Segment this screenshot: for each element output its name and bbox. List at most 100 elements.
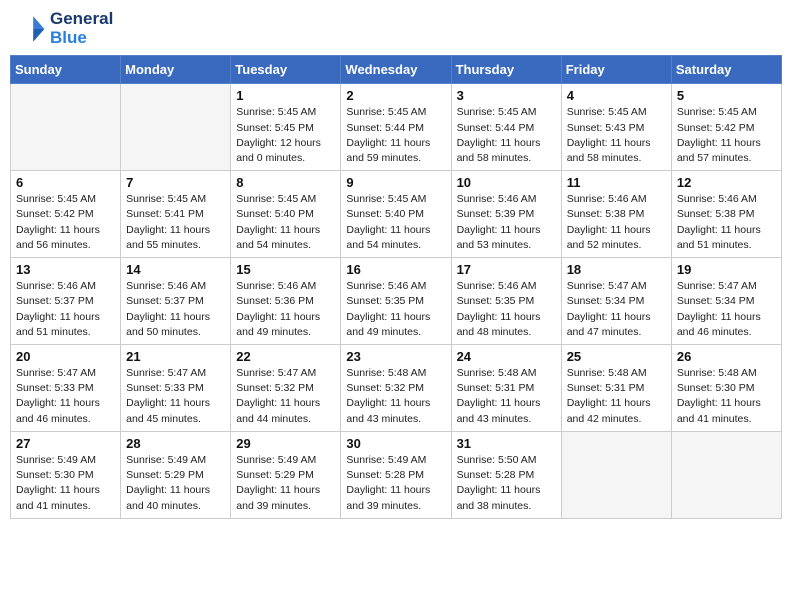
calendar-cell: 2 Sunrise: 5:45 AM Sunset: 5:44 PM Daylig… — [341, 84, 451, 171]
day-info: Sunrise: 5:49 AM Sunset: 5:28 PM Dayligh… — [346, 453, 445, 514]
day-info: Sunrise: 5:47 AM Sunset: 5:33 PM Dayligh… — [16, 366, 115, 427]
day-number: 19 — [677, 262, 776, 277]
calendar-cell: 13 Sunrise: 5:46 AM Sunset: 5:37 PM Dayli… — [11, 258, 121, 345]
calendar-cell — [121, 84, 231, 171]
weekday-header: Sunday — [11, 56, 121, 84]
day-number: 31 — [457, 436, 556, 451]
calendar-cell: 7 Sunrise: 5:45 AM Sunset: 5:41 PM Daylig… — [121, 171, 231, 258]
day-info: Sunrise: 5:46 AM Sunset: 5:39 PM Dayligh… — [457, 192, 556, 253]
day-number: 7 — [126, 175, 225, 190]
calendar-cell: 24Sunrise: 5:48 AM Sunset: 5:31 PM Dayli… — [451, 345, 561, 432]
calendar-cell: 14 Sunrise: 5:46 AM Sunset: 5:37 PM Dayli… — [121, 258, 231, 345]
calendar-cell: 6Sunrise: 5:45 AM Sunset: 5:42 PM Daylig… — [11, 171, 121, 258]
day-number: 11 — [567, 175, 666, 190]
weekday-header: Saturday — [671, 56, 781, 84]
day-info: Sunrise: 5:46 AM Sunset: 5:38 PM Dayligh… — [567, 192, 666, 253]
calendar-cell: 3 Sunrise: 5:45 AM Sunset: 5:44 PM Daylig… — [451, 84, 561, 171]
day-number: 25 — [567, 349, 666, 364]
calendar-week-row: 13 Sunrise: 5:46 AM Sunset: 5:37 PM Dayli… — [11, 258, 782, 345]
day-info: Sunrise: 5:46 AM Sunset: 5:37 PM Dayligh… — [126, 279, 225, 340]
day-info: Sunrise: 5:47 AM Sunset: 5:33 PM Dayligh… — [126, 366, 225, 427]
calendar-cell — [671, 431, 781, 518]
calendar-cell: 20 Sunrise: 5:47 AM Sunset: 5:33 PM Dayli… — [11, 345, 121, 432]
day-info: Sunrise: 5:45 AM Sunset: 5:45 PM Dayligh… — [236, 105, 335, 166]
day-info: Sunrise: 5:45 AM Sunset: 5:42 PM Dayligh… — [677, 105, 776, 166]
calendar-cell: 28 Sunrise: 5:49 AM Sunset: 5:29 PM Dayli… — [121, 431, 231, 518]
calendar-cell: 30Sunrise: 5:49 AM Sunset: 5:28 PM Dayli… — [341, 431, 451, 518]
weekday-header: Monday — [121, 56, 231, 84]
day-info: Sunrise: 5:49 AM Sunset: 5:29 PM Dayligh… — [236, 453, 335, 514]
day-number: 21 — [126, 349, 225, 364]
day-info: Sunrise: 5:50 AM Sunset: 5:28 PM Dayligh… — [457, 453, 556, 514]
day-number: 1 — [236, 88, 335, 103]
weekday-header: Tuesday — [231, 56, 341, 84]
day-info: Sunrise: 5:46 AM Sunset: 5:35 PM Dayligh… — [346, 279, 445, 340]
day-info: Sunrise: 5:45 AM Sunset: 5:40 PM Dayligh… — [346, 192, 445, 253]
calendar-cell: 18Sunrise: 5:47 AM Sunset: 5:34 PM Dayli… — [561, 258, 671, 345]
weekday-header: Thursday — [451, 56, 561, 84]
day-info: Sunrise: 5:45 AM Sunset: 5:42 PM Dayligh… — [16, 192, 115, 253]
logo-text: General Blue — [50, 10, 113, 47]
calendar-cell — [11, 84, 121, 171]
calendar-header-row: SundayMondayTuesdayWednesdayThursdayFrid… — [11, 56, 782, 84]
day-number: 18 — [567, 262, 666, 277]
day-number: 2 — [346, 88, 445, 103]
day-info: Sunrise: 5:49 AM Sunset: 5:29 PM Dayligh… — [126, 453, 225, 514]
day-number: 23 — [346, 349, 445, 364]
day-number: 8 — [236, 175, 335, 190]
day-number: 20 — [16, 349, 115, 364]
day-number: 9 — [346, 175, 445, 190]
day-info: Sunrise: 5:48 AM Sunset: 5:32 PM Dayligh… — [346, 366, 445, 427]
calendar-cell: 9 Sunrise: 5:45 AM Sunset: 5:40 PM Daylig… — [341, 171, 451, 258]
calendar-cell: 4 Sunrise: 5:45 AM Sunset: 5:43 PM Daylig… — [561, 84, 671, 171]
calendar-cell: 16 Sunrise: 5:46 AM Sunset: 5:35 PM Dayli… — [341, 258, 451, 345]
day-info: Sunrise: 5:45 AM Sunset: 5:40 PM Dayligh… — [236, 192, 335, 253]
day-number: 29 — [236, 436, 335, 451]
day-number: 3 — [457, 88, 556, 103]
calendar-cell: 1 Sunrise: 5:45 AM Sunset: 5:45 PM Daylig… — [231, 84, 341, 171]
calendar-table: SundayMondayTuesdayWednesdayThursdayFrid… — [10, 55, 782, 518]
calendar-cell: 12Sunrise: 5:46 AM Sunset: 5:38 PM Dayli… — [671, 171, 781, 258]
day-info: Sunrise: 5:48 AM Sunset: 5:30 PM Dayligh… — [677, 366, 776, 427]
day-info: Sunrise: 5:46 AM Sunset: 5:37 PM Dayligh… — [16, 279, 115, 340]
calendar-week-row: 6Sunrise: 5:45 AM Sunset: 5:42 PM Daylig… — [11, 171, 782, 258]
day-info: Sunrise: 5:47 AM Sunset: 5:32 PM Dayligh… — [236, 366, 335, 427]
calendar-cell: 11 Sunrise: 5:46 AM Sunset: 5:38 PM Dayli… — [561, 171, 671, 258]
day-info: Sunrise: 5:45 AM Sunset: 5:41 PM Dayligh… — [126, 192, 225, 253]
day-info: Sunrise: 5:47 AM Sunset: 5:34 PM Dayligh… — [677, 279, 776, 340]
weekday-header: Friday — [561, 56, 671, 84]
day-number: 28 — [126, 436, 225, 451]
day-number: 15 — [236, 262, 335, 277]
day-number: 13 — [16, 262, 115, 277]
day-number: 16 — [346, 262, 445, 277]
day-number: 14 — [126, 262, 225, 277]
calendar-cell: 21 Sunrise: 5:47 AM Sunset: 5:33 PM Dayli… — [121, 345, 231, 432]
calendar-week-row: 27Sunrise: 5:49 AM Sunset: 5:30 PM Dayli… — [11, 431, 782, 518]
day-info: Sunrise: 5:46 AM Sunset: 5:35 PM Dayligh… — [457, 279, 556, 340]
calendar-week-row: 20 Sunrise: 5:47 AM Sunset: 5:33 PM Dayli… — [11, 345, 782, 432]
day-info: Sunrise: 5:46 AM Sunset: 5:36 PM Dayligh… — [236, 279, 335, 340]
calendar-week-row: 1 Sunrise: 5:45 AM Sunset: 5:45 PM Daylig… — [11, 84, 782, 171]
day-number: 26 — [677, 349, 776, 364]
calendar-cell: 19 Sunrise: 5:47 AM Sunset: 5:34 PM Dayli… — [671, 258, 781, 345]
day-number: 10 — [457, 175, 556, 190]
calendar-cell: 25Sunrise: 5:48 AM Sunset: 5:31 PM Dayli… — [561, 345, 671, 432]
weekday-header: Wednesday — [341, 56, 451, 84]
logo-icon — [14, 13, 46, 45]
calendar-cell: 26 Sunrise: 5:48 AM Sunset: 5:30 PM Dayli… — [671, 345, 781, 432]
calendar-cell: 23 Sunrise: 5:48 AM Sunset: 5:32 PM Dayli… — [341, 345, 451, 432]
calendar-cell: 31 Sunrise: 5:50 AM Sunset: 5:28 PM Dayli… — [451, 431, 561, 518]
day-info: Sunrise: 5:45 AM Sunset: 5:43 PM Dayligh… — [567, 105, 666, 166]
day-number: 17 — [457, 262, 556, 277]
day-info: Sunrise: 5:48 AM Sunset: 5:31 PM Dayligh… — [457, 366, 556, 427]
calendar-cell: 5Sunrise: 5:45 AM Sunset: 5:42 PM Daylig… — [671, 84, 781, 171]
calendar-cell: 27Sunrise: 5:49 AM Sunset: 5:30 PM Dayli… — [11, 431, 121, 518]
day-info: Sunrise: 5:45 AM Sunset: 5:44 PM Dayligh… — [457, 105, 556, 166]
day-info: Sunrise: 5:45 AM Sunset: 5:44 PM Dayligh… — [346, 105, 445, 166]
page-header: General Blue — [10, 10, 782, 47]
calendar-cell: 10 Sunrise: 5:46 AM Sunset: 5:39 PM Dayli… — [451, 171, 561, 258]
calendar-cell — [561, 431, 671, 518]
calendar-cell: 8 Sunrise: 5:45 AM Sunset: 5:40 PM Daylig… — [231, 171, 341, 258]
day-number: 4 — [567, 88, 666, 103]
calendar-cell: 17 Sunrise: 5:46 AM Sunset: 5:35 PM Dayli… — [451, 258, 561, 345]
